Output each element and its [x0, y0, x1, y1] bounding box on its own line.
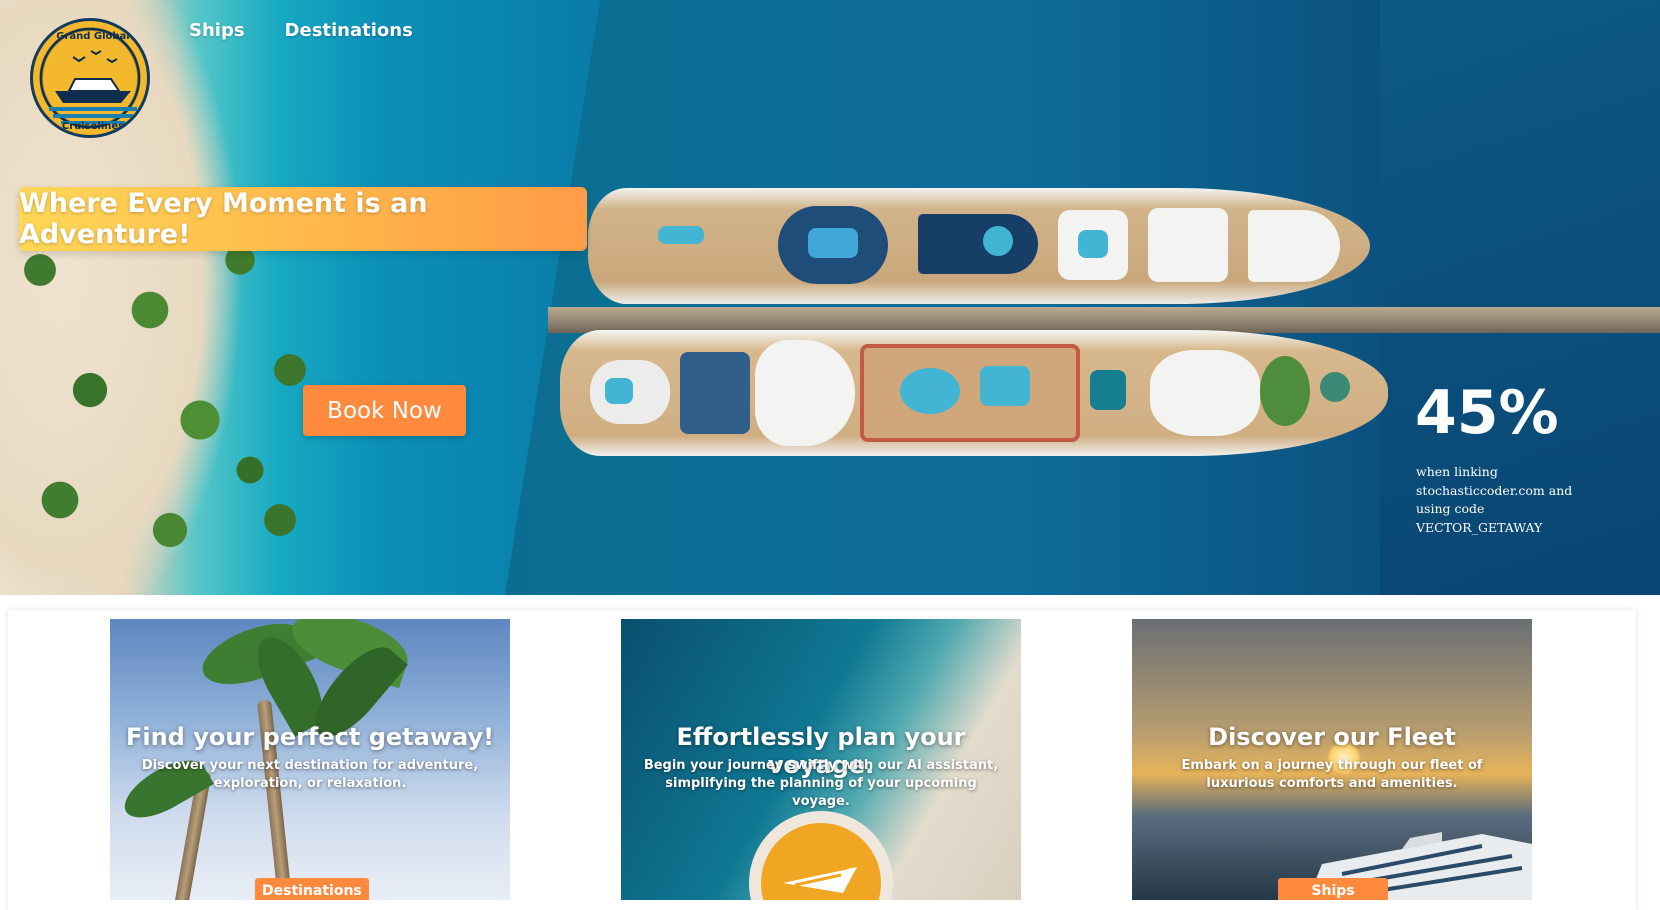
hero-tagline: Where Every Moment is an Adventure!: [19, 187, 587, 251]
cruise-ship-bottom: [560, 330, 1388, 456]
main-nav: Ships Destinations: [189, 20, 413, 41]
hero-banner: Grand Global Cruiselines Ships Destinati…: [0, 0, 1660, 595]
nav-destinations[interactable]: Destinations: [285, 20, 413, 41]
book-now-button[interactable]: Book Now: [303, 385, 466, 436]
card-title: Discover our Fleet: [1208, 723, 1456, 751]
card-fleet[interactable]: Discover our Fleet Embark on a journey t…: [1132, 619, 1532, 900]
nav-ships[interactable]: Ships: [189, 20, 245, 41]
card-subtitle: Begin your journey swiftly with our AI a…: [643, 758, 999, 809]
promo-text: when linking stochasticcoder.com and usi…: [1416, 464, 1573, 535]
hero-tagline-text: Where Every Moment is an Adventure!: [19, 188, 428, 250]
card-title: Find your perfect getaway!: [125, 723, 495, 751]
cruise-ship-top: [588, 188, 1370, 304]
card-plan-voyage[interactable]: Effortlessly plan your voyage. Begin you…: [621, 619, 1021, 900]
boat-icon: [783, 866, 857, 893]
card-subtitle: Embark on a journey through our fleet of…: [1181, 758, 1483, 791]
destinations-button[interactable]: Destinations: [255, 878, 369, 900]
brand-name-bottom: Cruiselines: [61, 121, 125, 132]
card-subtitle: Discover your next destination for adven…: [141, 758, 479, 791]
promo-percent: 45%: [1415, 378, 1559, 448]
palm-trees-image: [0, 220, 330, 595]
brand-logo[interactable]: Grand Global Cruiselines: [30, 18, 150, 138]
ai-assistant-badge[interactable]: [749, 811, 893, 900]
ships-button[interactable]: Ships: [1278, 878, 1388, 900]
card-destinations[interactable]: Find your perfect getaway! Discover your…: [110, 619, 510, 900]
